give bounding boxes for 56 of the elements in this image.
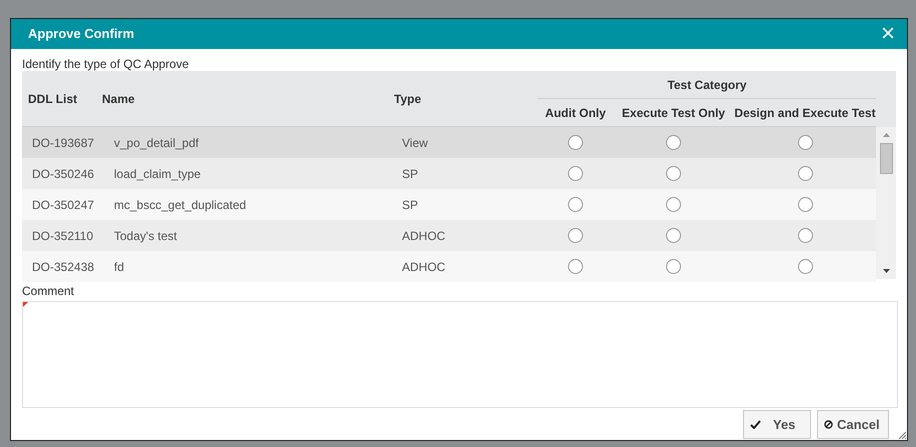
table-row[interactable]: DO-350246 load_claim_type SP <box>22 158 876 189</box>
table-cell: DO-352438 <box>32 260 94 274</box>
dialog-title: Approve Confirm <box>28 25 134 44</box>
scroll-down-icon[interactable] <box>882 269 890 273</box>
scrollbar-thumb[interactable] <box>880 143 892 174</box>
yes-button[interactable]: Yes <box>743 410 811 439</box>
cancel-icon <box>824 420 833 429</box>
table-cell: load_claim_type <box>114 166 201 180</box>
column-header: Name <box>101 90 136 108</box>
radio-button[interactable] <box>666 166 681 181</box>
radio-button[interactable] <box>568 166 583 181</box>
table-cell: DO-350246 <box>32 166 94 180</box>
close-button[interactable]: × <box>880 22 895 46</box>
cancel-button[interactable]: Cancel <box>817 410 889 439</box>
instruction-text: Identify the type of QC Approve <box>22 57 190 71</box>
table-cell: View <box>402 136 428 150</box>
comment-field[interactable] <box>22 301 898 408</box>
table-row[interactable]: DO-193687 v_po_detail_pdf View <box>22 127 876 158</box>
table-row[interactable]: DO-352438 fd ADHOC <box>22 251 876 282</box>
radio-button[interactable] <box>798 259 812 274</box>
table-cell: ADHOC <box>402 260 446 274</box>
column-header: Design and Execute Test <box>734 104 876 122</box>
radio-button[interactable] <box>666 228 681 243</box>
radio-button[interactable] <box>568 197 583 212</box>
column-header: Execute Test Only <box>620 104 726 122</box>
radio-button[interactable] <box>666 197 681 212</box>
table-cell: fd <box>114 260 124 274</box>
table-cell: DO-352110 <box>32 228 94 242</box>
radio-button[interactable] <box>798 166 812 181</box>
table-cell: Today's test <box>114 228 177 242</box>
radio-button[interactable] <box>798 228 812 243</box>
radio-button[interactable] <box>666 259 681 274</box>
table-cell: DO-350247 <box>32 198 94 212</box>
checkmark-icon <box>750 420 761 429</box>
scroll-up-icon[interactable] <box>882 133 890 137</box>
table-row[interactable]: DO-350247 mc_bscc_get_duplicated SP <box>22 189 876 220</box>
table-cell: v_po_detail_pdf <box>114 136 199 150</box>
table-cell: DO-193687 <box>32 136 94 150</box>
radio-button[interactable] <box>568 259 583 274</box>
scrollbar[interactable] <box>876 127 896 279</box>
radio-button[interactable] <box>666 135 681 150</box>
table-cell: SP <box>402 198 418 212</box>
table-cell: mc_bscc_get_duplicated <box>114 198 246 212</box>
column-header: DDL List <box>27 90 78 108</box>
radio-button[interactable] <box>568 228 583 243</box>
table-cell: SP <box>402 166 418 180</box>
resize-grip-icon[interactable] <box>898 431 906 439</box>
comment-label: Comment <box>22 284 76 298</box>
radio-button[interactable] <box>798 197 812 212</box>
radio-button[interactable] <box>568 135 583 150</box>
column-header: Audit Only <box>544 104 607 122</box>
radio-button[interactable] <box>798 135 812 150</box>
column-header: Type <box>393 90 422 108</box>
table-row[interactable]: DO-352110 Today's test ADHOC <box>22 220 876 251</box>
table-cell: ADHOC <box>402 228 446 242</box>
group-header: Test Category <box>538 71 876 99</box>
